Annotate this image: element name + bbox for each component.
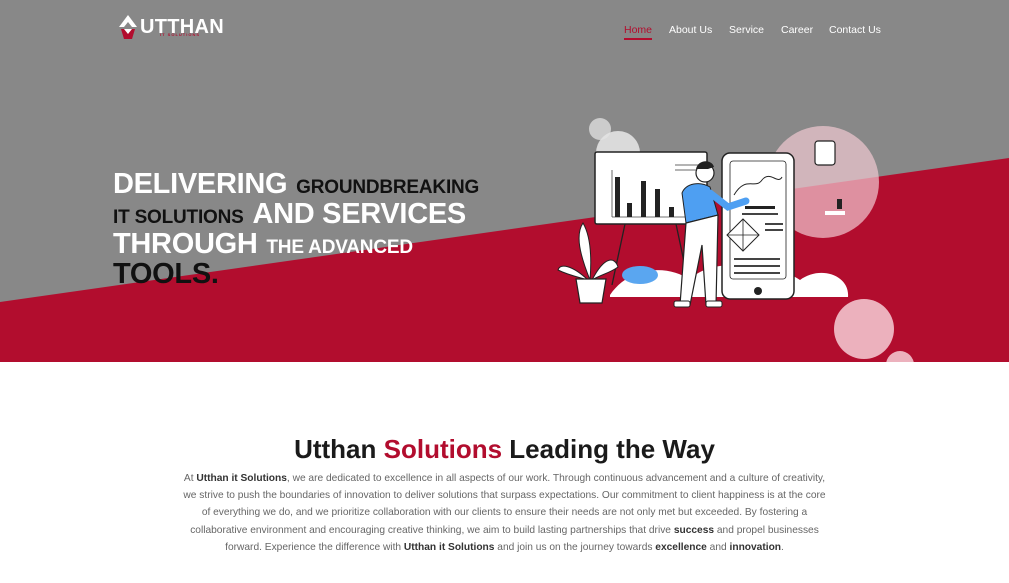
nav-career-label: Career: [781, 24, 814, 36]
decor-circle-tiny-bottom: [886, 351, 914, 362]
nav-active-underline: [624, 38, 653, 40]
about-bold-innovation: innovation: [729, 541, 782, 553]
nav-about-us-label: About Us: [669, 24, 713, 36]
hero-illustration: [557, 118, 914, 362]
decor-circle-bottom-right: [834, 299, 894, 359]
about-bold-success: success: [673, 524, 715, 536]
phone-mockup-icon: [721, 152, 795, 300]
nav-service[interactable]: Service: [729, 24, 764, 36]
headline-word-and-services: AND SERVICES: [252, 198, 467, 230]
blue-blob: [622, 266, 658, 284]
about-paragraph: At Utthan it Solutions, we are dedicated…: [178, 470, 831, 556]
about-title: Utthan Solutions Leading the Way: [0, 434, 1009, 465]
about-title-accent: Solutions: [383, 434, 503, 464]
nav-contact-us[interactable]: Contact Us: [829, 24, 881, 36]
headline-word-the-advanced: THE ADVANCED: [266, 237, 413, 258]
nav-home[interactable]: Home: [624, 24, 653, 40]
headline-word-through: THROUGH: [113, 228, 258, 260]
headline-word-delivering: DELIVERING: [113, 168, 288, 200]
about-title-pre: Utthan: [294, 434, 384, 464]
about-bold-company: Utthan it Solutions: [196, 473, 287, 484]
about-text-4: and join us on the journey towards: [494, 541, 656, 553]
decor-square: [814, 140, 836, 166]
headline-line-3: THROUGH THE ADVANCED: [113, 230, 513, 260]
main-nav: Home About Us Service Career Contact Us: [0, 24, 1009, 40]
nav-about-us[interactable]: About Us: [669, 24, 712, 36]
nav-career[interactable]: Career: [781, 24, 813, 36]
headline-line-1: DELIVERING GROUNDBREAKING: [113, 170, 513, 200]
about-text-6: .: [781, 541, 784, 553]
about-section: Utthan Solutions Leading the Way At Utth…: [0, 362, 1009, 583]
about-text-1: At: [183, 473, 197, 484]
nav-home-label: Home: [624, 24, 653, 36]
plant-icon: [557, 222, 619, 304]
nav-service-label: Service: [729, 24, 765, 36]
nav-contact-us-label: Contact Us: [829, 24, 881, 36]
headline-line-4: TOOLS.: [113, 260, 513, 289]
about-bold-company-2: Utthan it Solutions: [403, 541, 495, 553]
hero-section: UTTHAN IT SOLUTIONS Home About Us Servic…: [0, 0, 1009, 362]
headline-word-it-solutions: IT SOLUTIONS: [113, 207, 244, 228]
about-title-post: Leading the Way: [502, 434, 715, 464]
about-text-5: and: [706, 541, 730, 553]
about-bold-excellence: excellence: [655, 541, 707, 553]
headline-word-groundbreaking: GROUNDBREAKING: [296, 177, 480, 198]
headline-word-tools: TOOLS.: [113, 258, 219, 290]
headline-line-2: IT SOLUTIONS AND SERVICES: [113, 200, 513, 230]
hero-headline: DELIVERING GROUNDBREAKING IT SOLUTIONS A…: [113, 170, 513, 289]
